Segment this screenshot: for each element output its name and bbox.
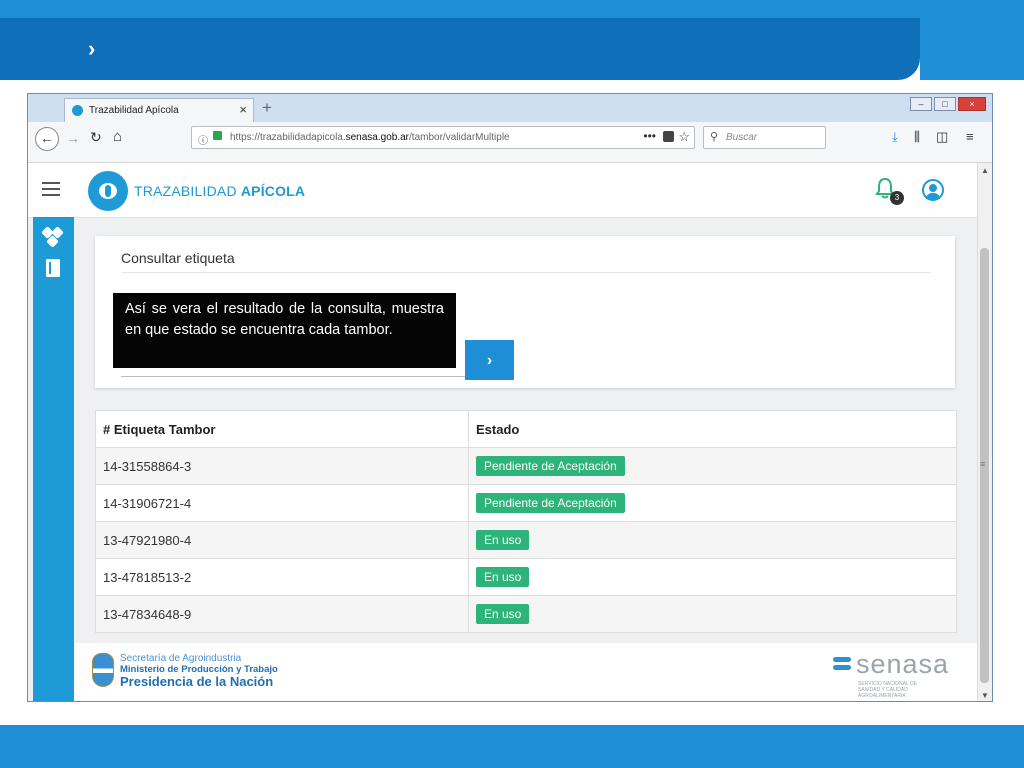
table-row: 13-47921980-4 En uso	[96, 521, 956, 558]
senasa-subtitle: SERVICIO NACIONAL DE SANIDAD Y CALIDAD A…	[858, 681, 917, 699]
vertical-scrollbar[interactable]: ▲ ≡ ▼	[977, 163, 992, 701]
honeycomb-icon[interactable]	[41, 226, 64, 248]
slide-chevron-icon: ›	[88, 36, 96, 61]
senasa-logo-icon	[833, 657, 851, 671]
user-icon[interactable]	[922, 179, 944, 201]
estado-cell: En uso	[469, 596, 956, 632]
estado-cell: En uso	[469, 522, 956, 558]
etiqueta-cell: 14-31558864-3	[96, 448, 469, 484]
status-badge: En uso	[476, 604, 530, 624]
bookmark-star-icon[interactable]: ☆	[678, 129, 690, 145]
etiqueta-cell: 14-31906721-4	[96, 485, 469, 521]
table-row: 13-47818513-2 En uso	[96, 558, 956, 595]
page-footer: Secretaría de Agroindustria Ministerio d…	[74, 643, 978, 701]
pocket-icon[interactable]	[663, 131, 674, 142]
card-title: Consultar etiqueta	[121, 250, 235, 266]
estado-cell: Pendiente de Aceptación	[469, 448, 956, 484]
table-row: 13-47834648-9 En uso	[96, 595, 956, 632]
home-icon[interactable]: ⌂	[113, 128, 122, 145]
slide-top-band	[0, 0, 1024, 18]
table-row: 14-31906721-4 Pendiente de Aceptación	[96, 484, 956, 521]
forward-icon[interactable]: →	[66, 130, 80, 146]
hamburger-menu-icon[interactable]	[42, 182, 60, 196]
search-icon: ⚲	[710, 131, 719, 143]
notification-badge: 3	[890, 191, 904, 205]
slide-bottom-band	[0, 725, 1024, 768]
annotation-callout: Así se vera el resultado de la consulta,…	[113, 293, 456, 368]
app-logo-text[interactable]: TRAZABILIDAD APÍCOLA	[134, 183, 305, 199]
close-window-button[interactable]: ×	[958, 97, 986, 111]
sidebar-toggle-icon[interactable]: ◫	[936, 129, 948, 145]
gov-line-1: Secretaría de Agroindustria	[120, 653, 242, 664]
etiqueta-cell: 13-47818513-2	[96, 559, 469, 595]
favicon-icon	[72, 105, 83, 116]
new-tab-icon[interactable]: +	[262, 98, 272, 118]
minimize-button[interactable]: –	[910, 97, 932, 111]
slide-banner	[0, 18, 920, 80]
submit-button[interactable]: ›	[465, 340, 514, 380]
column-header-etiqueta[interactable]: # Etiqueta Tambor	[96, 411, 469, 447]
title-bar: Trazabilidad Apícola × + – □ ×	[28, 94, 992, 122]
search-input[interactable]: ⚲ Buscar	[703, 126, 826, 149]
page-actions-icon[interactable]: •••	[643, 129, 656, 143]
tab-close-icon[interactable]: ×	[239, 102, 247, 117]
status-badge: En uso	[476, 530, 530, 550]
url-text[interactable]: https://trazabilidadapicola.senasa.gob.a…	[230, 132, 510, 143]
scroll-up-icon[interactable]: ▲	[981, 166, 989, 175]
navigation-bar: ← → ↻ ⌂ ⓘ https://trazabilidadapicola.se…	[28, 122, 992, 163]
table-row: 14-31558864-3 Pendiente de Aceptación	[96, 447, 956, 484]
download-icon[interactable]: ⤓	[892, 129, 898, 145]
bee-logo-icon	[88, 171, 128, 211]
status-badge: Pendiente de Aceptación	[476, 456, 625, 476]
back-icon[interactable]: ←	[35, 127, 59, 151]
scroll-grip-icon: ≡	[980, 459, 986, 469]
estado-cell: En uso	[469, 559, 956, 595]
sidebar	[33, 217, 74, 701]
status-badge: En uso	[476, 567, 530, 587]
gov-line-3: Presidencia de la Nación	[120, 674, 274, 689]
notebook-icon[interactable]	[46, 259, 60, 277]
scroll-down-icon[interactable]: ▼	[981, 691, 989, 700]
etiqueta-cell: 13-47921980-4	[96, 522, 469, 558]
maximize-button[interactable]: □	[934, 97, 956, 111]
label-input[interactable]	[121, 376, 465, 377]
results-table: # Etiqueta Tambor Estado 14-31558864-3 P…	[95, 410, 957, 633]
info-icon[interactable]: ⓘ	[198, 132, 208, 147]
library-icon[interactable]: ⫼	[914, 129, 920, 145]
window-controls: – □ ×	[910, 97, 986, 111]
app-header: TRAZABILIDAD APÍCOLA 3	[28, 163, 978, 218]
national-shield-logo	[92, 653, 114, 687]
status-badge: Pendiente de Aceptación	[476, 493, 625, 513]
etiqueta-cell: 13-47834648-9	[96, 596, 469, 632]
search-placeholder: Buscar	[726, 132, 758, 143]
lock-icon	[213, 131, 222, 140]
browser-tab[interactable]: Trazabilidad Apícola ×	[64, 98, 254, 122]
table-header-row: # Etiqueta Tambor Estado	[96, 411, 956, 447]
browser-window: Trazabilidad Apícola × + – □ × ← → ↻ ⌂ ⓘ…	[27, 93, 993, 702]
menu-icon[interactable]: ≡	[966, 129, 974, 144]
web-page: TRAZABILIDAD APÍCOLA 3 Consultar etiquet…	[28, 163, 978, 701]
reload-icon[interactable]: ↻	[90, 129, 102, 146]
url-bar[interactable]: ⓘ https://trazabilidadapicola.senasa.gob…	[191, 126, 695, 149]
card-divider	[121, 272, 931, 273]
estado-cell: Pendiente de Aceptación	[469, 485, 956, 521]
slide-banner-right	[920, 18, 1024, 80]
column-header-estado[interactable]: Estado	[469, 411, 956, 447]
senasa-logo-text: senasa	[856, 649, 950, 679]
tab-title: Trazabilidad Apícola	[89, 105, 179, 116]
